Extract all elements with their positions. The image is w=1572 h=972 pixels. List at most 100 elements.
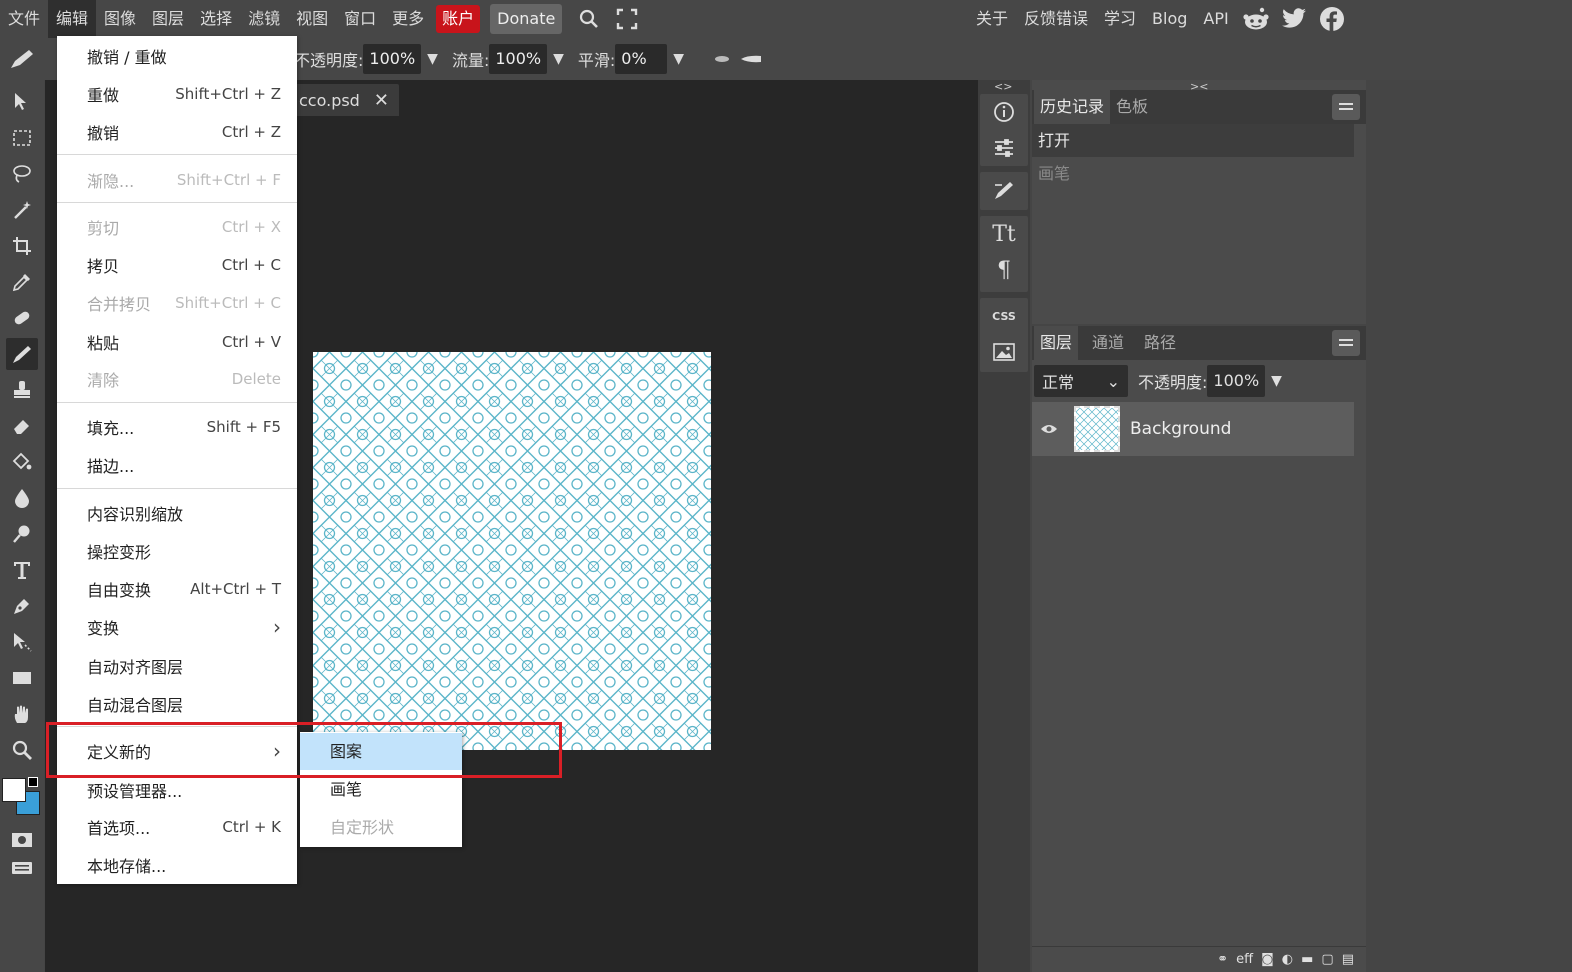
menu-select[interactable]: 选择 xyxy=(192,0,240,38)
menu-item-auto-blend[interactable]: 自动混合图层 xyxy=(57,686,297,722)
menu-item-transform[interactable]: 变换 › xyxy=(57,609,297,645)
dodge-tool-icon[interactable] xyxy=(6,518,38,550)
tab-paths[interactable]: 路径 xyxy=(1138,326,1182,360)
menu-item-redo[interactable]: 重做 Shift+Ctrl + Z xyxy=(57,76,297,112)
keyboard-icon[interactable] xyxy=(6,852,38,884)
menu-window[interactable]: 窗口 xyxy=(336,0,384,38)
paint-bucket-icon[interactable] xyxy=(6,446,38,478)
marquee-tool-icon[interactable] xyxy=(6,122,38,154)
pen-tool-icon[interactable] xyxy=(6,590,38,622)
foreground-color-swatch[interactable] xyxy=(2,778,26,802)
fullscreen-icon[interactable] xyxy=(608,0,646,38)
layer-effects-button[interactable]: eff xyxy=(1236,952,1253,967)
menu-item-undo-redo[interactable]: 撤销 / 重做 xyxy=(57,38,297,74)
character-icon[interactable]: Tt xyxy=(980,216,1028,252)
menu-item-auto-align[interactable]: 自动对齐图层 xyxy=(57,648,297,684)
search-icon[interactable] xyxy=(570,0,608,38)
opacity-dropdown-icon[interactable]: ▼ xyxy=(427,51,438,67)
menu-layer[interactable]: 图层 xyxy=(144,0,192,38)
layer-row[interactable]: Background xyxy=(1032,402,1354,456)
menu-view[interactable]: 视图 xyxy=(288,0,336,38)
flow-field[interactable]: 100% xyxy=(489,44,548,74)
link-layers-icon[interactable]: ⚭ xyxy=(1217,952,1228,967)
path-select-icon[interactable] xyxy=(6,626,38,658)
paragraph-icon[interactable]: ¶ xyxy=(980,252,1028,288)
menu-more[interactable]: 更多 xyxy=(384,0,432,38)
eraser-icon[interactable] xyxy=(6,410,38,442)
document-tab[interactable]: cco.psd ✕ xyxy=(295,84,399,116)
menu-file[interactable]: 文件 xyxy=(0,0,48,38)
clone-stamp-icon[interactable] xyxy=(6,374,38,406)
reddit-icon[interactable] xyxy=(1237,0,1275,38)
menu-item-undo[interactable]: 撤销 Ctrl + Z xyxy=(57,114,297,150)
delete-layer-icon[interactable]: ▤ xyxy=(1342,952,1354,967)
opacity-field[interactable]: 100% xyxy=(363,44,422,74)
blur-tool-icon[interactable] xyxy=(6,482,38,514)
layer-mask-icon[interactable]: ◙ xyxy=(1261,952,1274,967)
menu-item-stroke[interactable]: 描边... xyxy=(57,447,297,483)
menu-edit[interactable]: 编辑 xyxy=(48,0,97,38)
smooth-field[interactable]: 0% xyxy=(615,44,668,74)
history-menu-icon[interactable] xyxy=(1332,94,1360,120)
tab-layers[interactable]: 图层 xyxy=(1034,326,1079,360)
layers-menu-icon[interactable] xyxy=(1332,330,1360,356)
menu-filter[interactable]: 滤镜 xyxy=(240,0,288,38)
menu-item-define-new[interactable]: 定义新的 › xyxy=(57,733,297,769)
brush-preset-icon[interactable] xyxy=(0,38,44,80)
info-icon[interactable] xyxy=(980,94,1028,130)
menu-item-preset-manager[interactable]: 预设管理器... xyxy=(57,772,297,808)
image-icon[interactable] xyxy=(980,334,1028,370)
hand-tool-icon[interactable] xyxy=(6,698,38,730)
type-tool-icon[interactable] xyxy=(6,554,38,586)
twitter-icon[interactable] xyxy=(1275,0,1313,38)
menu-item-copy[interactable]: 拷贝 Ctrl + C xyxy=(57,247,297,283)
menu-item-puppet-warp[interactable]: 操控变形 xyxy=(57,533,297,569)
account-button[interactable]: 账户 xyxy=(436,5,481,33)
donate-button[interactable]: Donate xyxy=(490,4,563,34)
tab-history[interactable]: 历史记录 xyxy=(1034,90,1111,124)
crop-tool-icon[interactable] xyxy=(6,230,38,262)
adjustments-icon[interactable] xyxy=(980,130,1028,166)
history-row-open[interactable]: 打开 xyxy=(1032,124,1354,157)
history-row-brush[interactable]: 画笔 xyxy=(1032,157,1354,190)
brush-tool-icon[interactable] xyxy=(6,338,38,370)
menu-image[interactable]: 图像 xyxy=(96,0,144,38)
menu-item-local-storage[interactable]: 本地存储... xyxy=(57,847,297,883)
link-report-bug[interactable]: 反馈错误 xyxy=(1016,0,1096,38)
new-layer-icon[interactable]: ▢ xyxy=(1321,952,1333,967)
blend-mode-select[interactable]: 正常 ⌄ xyxy=(1034,365,1128,397)
expand-arrows-icon[interactable]: <> xyxy=(994,80,1012,93)
link-learn[interactable]: 学习 xyxy=(1096,0,1144,38)
tab-channels[interactable]: 通道 xyxy=(1086,326,1130,360)
menu-item-content-aware-scale[interactable]: 内容识别缩放 xyxy=(57,495,297,531)
smooth-dropdown-icon[interactable]: ▼ xyxy=(673,51,684,67)
shape-tool-icon[interactable] xyxy=(6,662,38,694)
tab-swatches[interactable]: 色板 xyxy=(1110,90,1154,124)
brush-settings-icon[interactable] xyxy=(980,172,1028,208)
facebook-icon[interactable] xyxy=(1313,0,1351,38)
new-group-icon[interactable]: ▬ xyxy=(1301,952,1313,967)
submenu-item-brush[interactable]: 画笔 xyxy=(300,771,462,808)
collapse-arrows-icon[interactable]: >< xyxy=(1190,80,1208,93)
link-blog[interactable]: Blog xyxy=(1144,0,1195,38)
adjustment-layer-icon[interactable]: ◐ xyxy=(1282,952,1293,967)
magic-wand-icon[interactable] xyxy=(6,194,38,226)
move-tool-icon[interactable] xyxy=(6,86,38,118)
menu-item-paste[interactable]: 粘贴 Ctrl + V xyxy=(57,324,297,360)
layer-opacity-dropdown-icon[interactable]: ▼ xyxy=(1271,373,1282,389)
healing-brush-icon[interactable] xyxy=(6,302,38,334)
menu-item-fill[interactable]: 填充... Shift + F5 xyxy=(57,409,297,445)
link-about[interactable]: 关于 xyxy=(968,0,1016,38)
menu-item-preferences[interactable]: 首选项... Ctrl + K xyxy=(57,809,297,845)
color-swatches[interactable] xyxy=(0,776,44,822)
pressure-icons[interactable] xyxy=(712,54,762,64)
link-api[interactable]: API xyxy=(1195,0,1236,38)
flow-dropdown-icon[interactable]: ▼ xyxy=(553,51,564,67)
menu-item-free-transform[interactable]: 自由变换 Alt+Ctrl + T xyxy=(57,571,297,607)
close-icon[interactable]: ✕ xyxy=(374,90,389,111)
document-canvas[interactable] xyxy=(313,352,711,750)
eyedropper-icon[interactable] xyxy=(6,266,38,298)
lasso-tool-icon[interactable] xyxy=(6,158,38,190)
eye-icon[interactable] xyxy=(1032,423,1066,435)
layer-opacity-field[interactable]: 100% xyxy=(1207,365,1266,397)
